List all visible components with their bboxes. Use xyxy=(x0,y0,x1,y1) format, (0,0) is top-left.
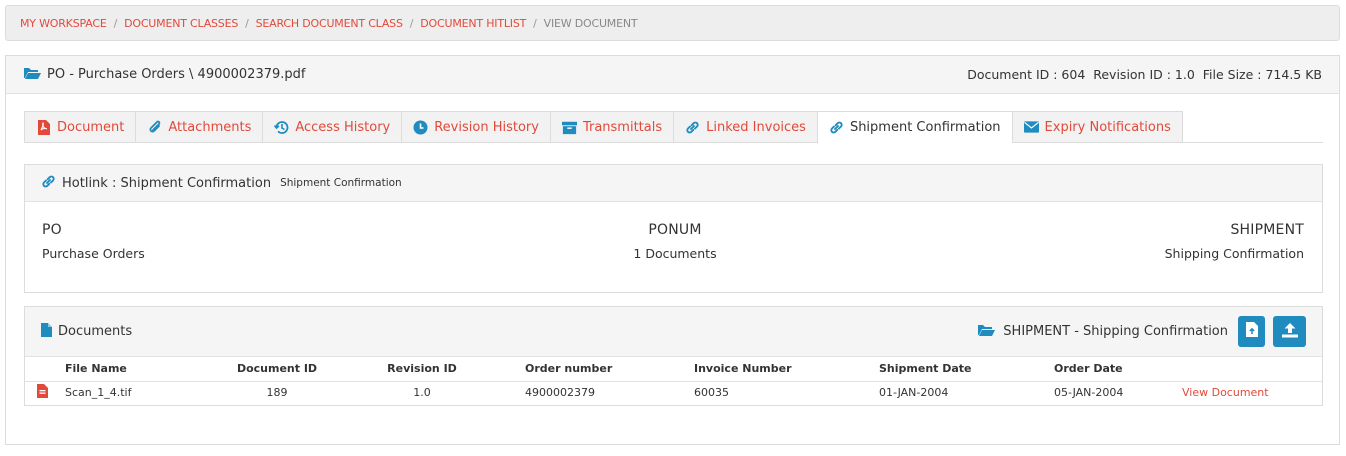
new-document-button[interactable] xyxy=(1238,316,1265,347)
tab-label: Access History xyxy=(295,119,391,135)
column-header-shipment-date: Shipment Date xyxy=(864,357,1039,382)
history-icon xyxy=(274,120,289,135)
tab-expiry-notifications[interactable]: Expiry Notifications xyxy=(1011,111,1183,143)
tab-shipment-confirmation[interactable]: Shipment Confirmation xyxy=(816,111,1012,144)
breadcrumb-document-hitlist[interactable]: DOCUMENT HITLIST xyxy=(420,17,526,30)
table-header-row: File Name Document ID Revision ID Order … xyxy=(25,357,1322,382)
file-name-cell: Scan_1_4.tif xyxy=(65,385,132,399)
breadcrumb-document-classes[interactable]: DOCUMENT CLASSES xyxy=(124,17,238,30)
document-id-cell: 189 xyxy=(266,385,288,399)
tab-label: Document xyxy=(57,119,125,135)
link-field: PONUM 1 Documents xyxy=(585,222,765,261)
documents-header: Documents SHIPMENT - Shipping Confirmati… xyxy=(25,307,1322,357)
column-header-revision-id: Revision ID xyxy=(334,357,510,382)
target-class-name: Shipping Confirmation xyxy=(1164,246,1304,261)
pdf-icon xyxy=(37,383,48,401)
target-class-code: SHIPMENT xyxy=(1230,222,1304,238)
hotlink-card: Hotlink : Shipment Confirmation Shipment… xyxy=(24,164,1323,293)
document-class-label: SHIPMENT - Shipping Confirmation xyxy=(1003,324,1228,339)
documents-card: Documents SHIPMENT - Shipping Confirmati… xyxy=(24,306,1323,406)
source-class: PO Purchase Orders xyxy=(42,222,145,261)
tab-label: Attachments xyxy=(168,119,252,135)
tab-access-history[interactable]: Access History xyxy=(262,111,402,143)
hotlink-subtitle: Shipment Confirmation xyxy=(280,177,402,189)
folder-open-icon xyxy=(23,66,41,84)
tab-bar: Document Attachments Access History Revi… xyxy=(24,111,1323,144)
link-field-name: PONUM xyxy=(648,222,702,238)
revision-id-cell: 1.0 xyxy=(413,385,431,399)
envelope-icon xyxy=(1023,120,1039,135)
order-number-cell: 4900002379 xyxy=(525,385,595,399)
source-class-code: PO xyxy=(42,222,62,238)
breadcrumb-view-document: VIEW DOCUMENT xyxy=(543,16,638,30)
source-class-name: Purchase Orders xyxy=(42,246,145,261)
breadcrumb-separator: / xyxy=(409,16,414,30)
file-icon xyxy=(41,322,52,341)
tab-attachments[interactable]: Attachments xyxy=(135,111,263,143)
linked-document-count: 1 Documents xyxy=(633,246,717,261)
hotlink-body: PO Purchase Orders PONUM 1 Documents SHI… xyxy=(25,202,1322,292)
view-document-link[interactable]: View Document xyxy=(1182,381,1322,403)
hotlink-header: Hotlink : Shipment Confirmation Shipment… xyxy=(25,165,1322,202)
document-title: PO - Purchase Orders \ 4900002379.pdf xyxy=(23,66,305,84)
invoice-number-cell: 60035 xyxy=(694,385,729,399)
order-date-cell: 05-JAN-2004 xyxy=(1054,385,1124,399)
tab-label: Revision History xyxy=(434,119,539,135)
column-header-order-date: Order Date xyxy=(1039,357,1182,382)
tab-label: Expiry Notifications xyxy=(1044,119,1171,135)
tab-transmittals[interactable]: Transmittals xyxy=(549,111,674,143)
folder-open-icon xyxy=(977,323,996,341)
pdf-icon xyxy=(36,119,51,135)
clock-icon xyxy=(413,120,428,135)
panel-header: PO - Purchase Orders \ 4900002379.pdf Do… xyxy=(6,56,1339,94)
tab-label: Transmittals xyxy=(582,119,663,135)
documents-title: Documents xyxy=(58,324,133,339)
file-type-cell xyxy=(25,381,65,403)
icon-column-header xyxy=(25,357,65,382)
document-meta: Document ID : 604 Revision ID : 1.0 File… xyxy=(967,67,1322,82)
link-icon xyxy=(685,120,700,135)
upload-icon xyxy=(1281,322,1299,342)
column-header-document-id: Document ID xyxy=(220,357,334,382)
documents-table: File Name Document ID Revision ID Order … xyxy=(25,357,1322,403)
file-upload-icon xyxy=(1245,322,1258,341)
tab-linked-invoices[interactable]: Linked Invoices xyxy=(673,111,817,143)
shipment-date-cell: 01-JAN-2004 xyxy=(879,385,949,399)
box-icon xyxy=(561,120,577,135)
tab-revision-history[interactable]: Revision History xyxy=(401,111,550,143)
breadcrumb-separator: / xyxy=(533,16,537,30)
tab-label: Shipment Confirmation xyxy=(849,120,1001,135)
document-path: PO - Purchase Orders \ 4900002379.pdf xyxy=(47,67,306,82)
tab-document[interactable]: Document xyxy=(24,111,136,143)
target-class: SHIPMENT Shipping Confirmation xyxy=(1165,222,1304,261)
hotlink-title: Hotlink : Shipment Confirmation xyxy=(62,175,272,191)
link-icon xyxy=(41,174,56,193)
column-header-file-name: File Name xyxy=(65,357,220,382)
breadcrumb: MY WORKSPACE / DOCUMENT CLASSES / SEARCH… xyxy=(5,5,1340,41)
column-header-invoice-number: Invoice Number xyxy=(679,357,864,382)
tab-label: Linked Invoices xyxy=(706,119,806,135)
upload-button[interactable] xyxy=(1273,316,1306,347)
link-icon xyxy=(829,120,844,135)
document-panel: PO - Purchase Orders \ 4900002379.pdf Do… xyxy=(5,55,1340,445)
breadcrumb-separator: / xyxy=(245,16,249,30)
column-header-order-number: Order number xyxy=(510,357,679,382)
breadcrumb-my-workspace[interactable]: MY WORKSPACE xyxy=(20,17,107,30)
breadcrumb-separator: / xyxy=(113,16,118,30)
paperclip-icon xyxy=(147,120,162,135)
actions-column-header xyxy=(1182,357,1322,382)
breadcrumb-search-document-class[interactable]: SEARCH DOCUMENT CLASS xyxy=(256,17,403,30)
table-row: Scan_1_4.tif 189 1.0 4900002379 60035 01… xyxy=(25,381,1322,403)
